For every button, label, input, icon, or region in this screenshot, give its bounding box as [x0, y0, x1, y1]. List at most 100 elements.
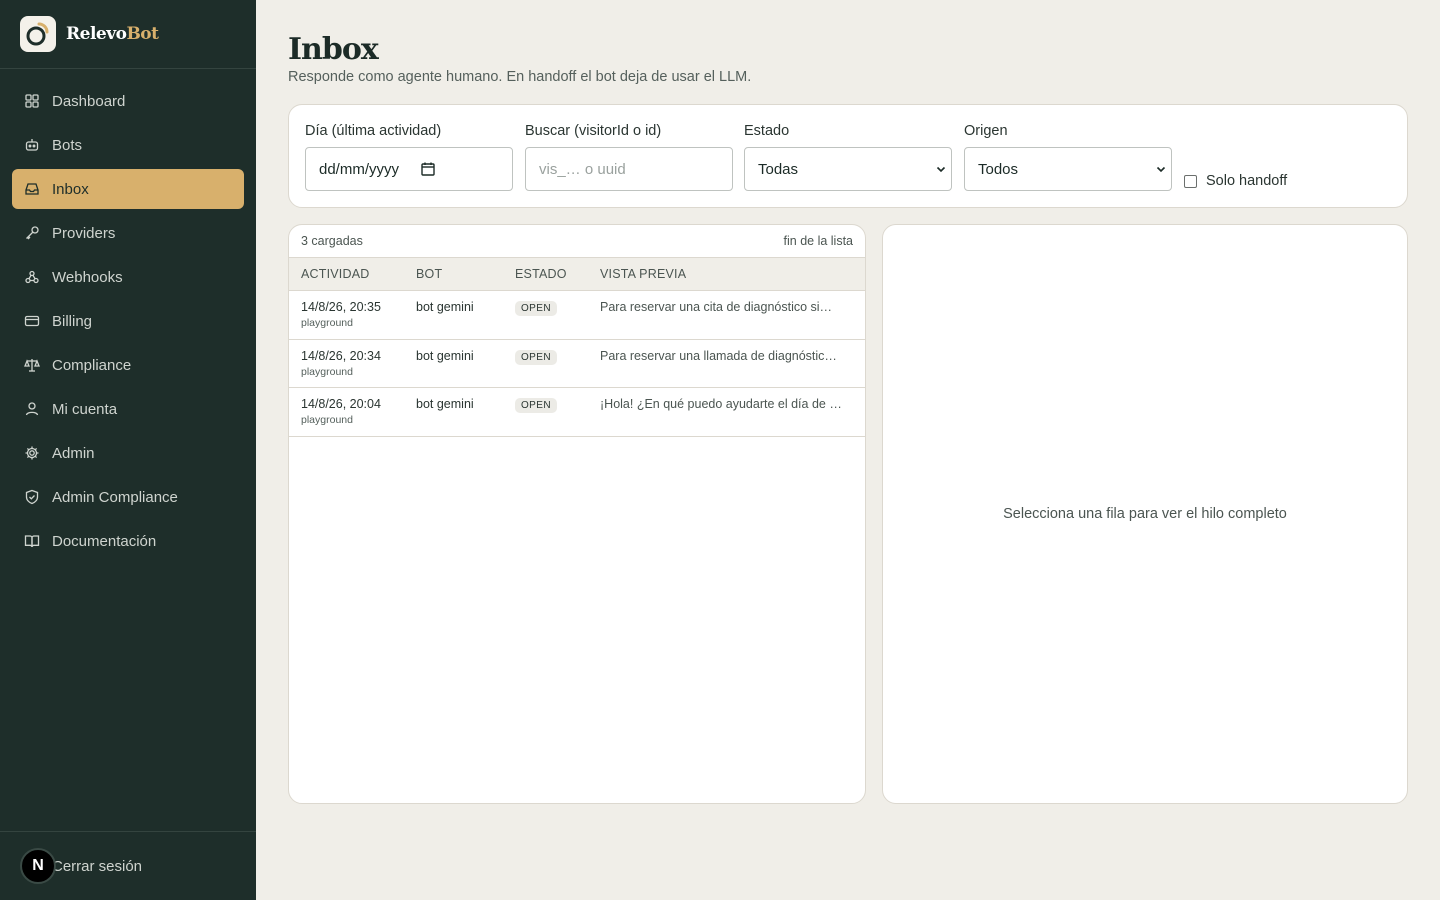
avatar[interactable]: N: [20, 848, 56, 884]
status-badge: OPEN: [515, 398, 557, 413]
origen-select[interactable]: Todos: [964, 147, 1172, 191]
column-header-estado: ESTADO: [515, 267, 567, 281]
table-row[interactable]: 14/8/26, 20:04 playground bot gemini OPE…: [289, 388, 865, 437]
row-activity: 14/8/26, 20:34 playground: [289, 349, 416, 378]
sidebar: RelevoBot Dashboard Bots Inbox Providers…: [0, 0, 256, 900]
row-origin: playground: [301, 414, 353, 426]
row-activity: 14/8/26, 20:35 playground: [289, 300, 416, 329]
day-date-input[interactable]: dd/mm/yyyy: [305, 147, 513, 191]
origen-filter: Origen Todos: [964, 123, 1172, 191]
brand[interactable]: RelevoBot: [0, 0, 256, 69]
scale-icon: [24, 357, 40, 373]
origen-filter-label: Origen: [964, 123, 1008, 139]
day-filter-label: Día (última actividad): [305, 123, 442, 139]
loaded-count: 3 cargadas: [301, 234, 363, 248]
estado-select-value: Todas: [758, 160, 799, 178]
sidebar-item-label: Documentación: [52, 532, 157, 550]
sidebar-item-admin-compliance[interactable]: Admin Compliance: [12, 477, 244, 517]
sidebar-item-billing[interactable]: Billing: [12, 301, 244, 341]
sidebar-item-webhooks[interactable]: Webhooks: [12, 257, 244, 297]
empty-state-message: Selecciona una fila para ver el hilo com…: [1003, 506, 1287, 522]
row-date: 14/8/26, 20:35: [301, 300, 381, 314]
handoff-checkbox-label: Solo handoff: [1206, 173, 1288, 189]
row-bot: bot gemini: [416, 397, 474, 411]
row-status: OPEN: [515, 397, 600, 413]
day-filter: Día (última actividad) dd/mm/yyyy: [305, 123, 513, 191]
conversation-detail-panel: Selecciona una fila para ver el hilo com…: [882, 224, 1408, 804]
chevron-down-icon: [1156, 166, 1166, 173]
status-badge: OPEN: [515, 349, 557, 365]
key-icon: [24, 225, 40, 241]
search-filter-label: Buscar (visitorId o id): [525, 123, 662, 139]
inbox-icon: [24, 181, 40, 197]
row-status: OPEN: [515, 300, 600, 316]
row-origin: playground: [301, 317, 353, 329]
gear-icon: [24, 445, 40, 461]
user-icon: [24, 401, 40, 417]
list-status-bar: 3 cargadas fin de la lista: [289, 225, 865, 257]
sidebar-item-bots[interactable]: Bots: [12, 125, 244, 165]
sidebar-item-label: Inbox: [52, 180, 89, 198]
table-row[interactable]: 14/8/26, 20:35 playground bot gemini OPE…: [289, 291, 865, 340]
book-icon: [24, 533, 40, 549]
row-status: OPEN: [515, 349, 600, 365]
page-title: Inbox: [288, 32, 379, 67]
bot-icon: [24, 137, 40, 153]
column-header-vista-previa: VISTA PREVIA: [600, 267, 687, 281]
sidebar-item-documentacion[interactable]: Documentación: [12, 521, 244, 561]
sidebar-item-label: Admin: [52, 444, 95, 462]
chevron-down-icon: [936, 166, 946, 173]
logout-button[interactable]: Cerrar sesión: [52, 858, 142, 875]
relevobot-logo-icon: [20, 16, 56, 52]
webhook-icon: [24, 269, 40, 285]
brand-name: RelevoBot: [66, 24, 159, 44]
column-header-actividad: ACTIVIDAD: [301, 267, 370, 281]
search-filter: Buscar (visitorId o id) vis_… o uuid: [525, 123, 733, 191]
sidebar-item-admin[interactable]: Admin: [12, 433, 244, 473]
column-header-bot: BOT: [416, 267, 443, 281]
page-subtitle: Responde como agente humano. En handoff …: [288, 69, 752, 85]
calendar-icon[interactable]: [421, 162, 435, 176]
dashboard-grid-icon: [24, 93, 40, 109]
row-preview: ¡Hola! ¿En qué puedo ayudarte el día de …: [600, 397, 842, 411]
sidebar-footer: N Cerrar sesión: [0, 831, 256, 900]
brand-name-main: Relevo: [66, 24, 127, 44]
end-of-list-label: fin de la lista: [783, 234, 853, 248]
sidebar-item-compliance[interactable]: Compliance: [12, 345, 244, 385]
handoff-filter[interactable]: Solo handoff: [1184, 173, 1287, 189]
search-input[interactable]: vis_… o uuid: [525, 147, 733, 191]
row-origin: playground: [301, 365, 353, 378]
estado-select[interactable]: Todas: [744, 147, 952, 191]
sidebar-nav: Dashboard Bots Inbox Providers Webhooks …: [0, 69, 256, 561]
sidebar-item-label: Compliance: [52, 356, 132, 374]
sidebar-item-mi-cuenta[interactable]: Mi cuenta: [12, 389, 244, 429]
row-date: 14/8/26, 20:04: [301, 397, 381, 411]
sidebar-item-label: Dashboard: [52, 92, 126, 110]
conversation-list-panel: 3 cargadas fin de la lista ACTIVIDAD BOT…: [288, 224, 866, 804]
filters-panel: Día (última actividad) dd/mm/yyyy Buscar…: [288, 104, 1408, 208]
sidebar-item-label: Admin Compliance: [52, 488, 178, 506]
row-bot: bot gemini: [416, 300, 474, 314]
sidebar-item-label: Providers: [52, 224, 116, 242]
row-preview: Para reservar una llamada de diagnóstic…: [600, 348, 837, 363]
sidebar-item-dashboard[interactable]: Dashboard: [12, 81, 244, 121]
sidebar-item-providers[interactable]: Providers: [12, 213, 244, 253]
row-bot: bot gemini: [416, 348, 474, 363]
estado-filter: Estado Todas: [744, 123, 952, 191]
table-header: ACTIVIDAD BOT ESTADO VISTA PREVIA: [289, 257, 865, 291]
sidebar-item-label: Webhooks: [52, 268, 123, 286]
table-row[interactable]: 14/8/26, 20:34 playground bot gemini OPE…: [289, 340, 865, 388]
estado-filter-label: Estado: [744, 123, 790, 139]
sidebar-item-label: Billing: [52, 312, 93, 330]
row-date: 14/8/26, 20:34: [301, 348, 381, 363]
brand-name-accent: Bot: [126, 24, 159, 44]
handoff-checkbox[interactable]: [1184, 174, 1197, 188]
sidebar-item-inbox[interactable]: Inbox: [12, 169, 244, 209]
sidebar-item-label: Bots: [52, 136, 83, 154]
row-preview: Para reservar una cita de diagnóstico si…: [600, 300, 833, 314]
day-date-value: dd/mm/yyyy: [319, 160, 400, 178]
search-placeholder: vis_… o uuid: [539, 160, 626, 178]
credit-card-icon: [24, 313, 40, 329]
status-badge: OPEN: [515, 301, 557, 316]
shield-icon: [24, 489, 40, 505]
